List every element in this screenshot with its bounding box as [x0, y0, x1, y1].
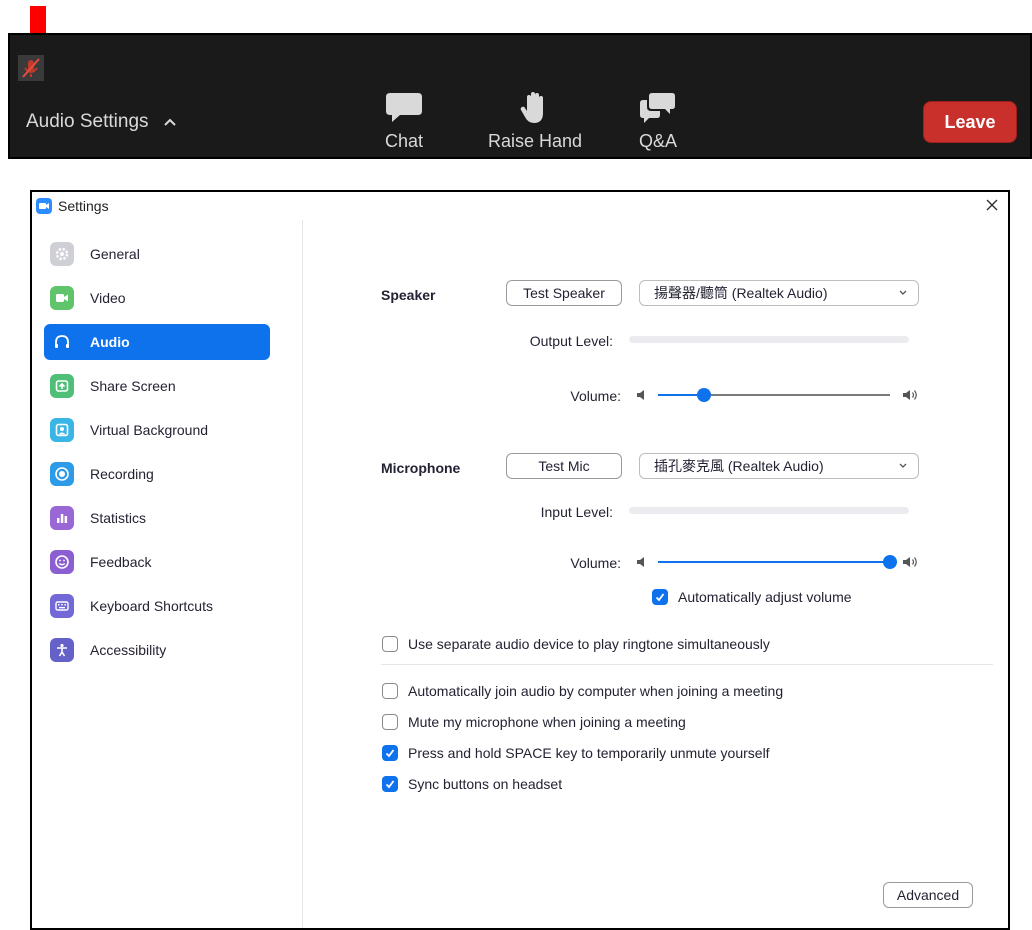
speaker-high-icon	[903, 557, 917, 567]
sync-headset-buttons-checkbox[interactable]: Sync buttons on headset	[382, 776, 562, 792]
zoom-app-icon	[36, 198, 52, 214]
advanced-button[interactable]: Advanced	[883, 882, 973, 908]
option-label: Mute my microphone when joining a meetin…	[408, 714, 686, 730]
speaker-high-icon	[903, 390, 917, 400]
slider-track	[658, 555, 897, 569]
sidebar-item-label: Accessibility	[90, 642, 167, 658]
raise-hand-icon	[520, 92, 544, 123]
window-title: Settings	[58, 198, 109, 214]
microphone-volume-label: Volume:	[570, 555, 621, 571]
output-level-meter	[629, 336, 909, 343]
chat-label: Chat	[384, 131, 424, 151]
sidebar-item-share-screen[interactable]: Share Screen	[44, 368, 270, 404]
qa-label: Q&A	[638, 131, 677, 151]
speaker-label: Speaker	[381, 287, 436, 303]
raise-hand-label: Raise Hand	[488, 131, 583, 151]
statistics-icon	[50, 506, 74, 530]
sidebar-item-audio[interactable]: Audio	[44, 324, 270, 360]
microphone-label: Microphone	[381, 460, 461, 476]
qa-button[interactable]: Q&A	[638, 91, 678, 152]
gear-icon	[50, 242, 74, 266]
option-label: Sync buttons on headset	[408, 776, 563, 792]
chevron-down-icon	[899, 290, 907, 295]
sidebar-item-feedback[interactable]: Feedback	[44, 544, 270, 580]
virtual-background-icon	[50, 418, 74, 442]
option-label: Use separate audio device to play ringto…	[408, 636, 770, 652]
sidebar-item-label: Virtual Background	[90, 422, 209, 438]
sidebar-item-general[interactable]: General	[44, 236, 270, 272]
microphone-device-value: 插孔麥克風 (Realtek Audio)	[654, 458, 824, 474]
sidebar-item-recording[interactable]: Recording	[44, 456, 270, 492]
raise-hand-button[interactable]: Raise Hand	[488, 91, 582, 152]
leave-button[interactable]: Leave	[923, 101, 1017, 143]
sidebar-item-label: Feedback	[90, 554, 152, 570]
sidebar-item-accessibility[interactable]: Accessibility	[44, 632, 270, 668]
auto-adjust-volume-label: Automatically adjust volume	[678, 589, 852, 605]
speaker-low-icon	[637, 390, 644, 400]
recording-icon	[50, 462, 74, 486]
feedback-icon	[50, 550, 74, 574]
mute-mic-on-join-checkbox[interactable]: Mute my microphone when joining a meetin…	[382, 714, 686, 730]
microphone-volume-slider[interactable]	[636, 552, 920, 572]
option-label: Press and hold SPACE key to temporarily …	[408, 745, 770, 761]
chat-button[interactable]: Chat	[384, 91, 424, 152]
sidebar-item-label: Audio	[90, 334, 130, 350]
auto-adjust-volume-checkbox[interactable]: Automatically adjust volume	[652, 589, 852, 605]
sidebar-item-statistics[interactable]: Statistics	[44, 500, 270, 536]
speaker-device-value: 揚聲器/聽筒 (Realtek Audio)	[654, 285, 828, 301]
input-level-label: Input Level:	[540, 504, 613, 520]
speaker-low-icon	[637, 557, 644, 567]
chevron-down-icon	[899, 463, 907, 468]
slider-fill	[658, 561, 890, 563]
checkbox-box[interactable]	[382, 714, 398, 730]
speaker-device-select[interactable]: 揚聲器/聽筒 (Realtek Audio)	[639, 280, 919, 306]
auto-join-audio-checkbox[interactable]: Automatically join audio by computer whe…	[382, 683, 783, 699]
close-icon[interactable]	[982, 195, 1002, 215]
section-divider	[381, 664, 993, 665]
input-level-meter	[629, 507, 909, 514]
checkbox-box[interactable]	[382, 683, 398, 699]
muted-microphone-icon[interactable]	[18, 55, 44, 81]
test-speaker-button[interactable]: Test Speaker	[506, 280, 622, 306]
chat-icon	[386, 93, 422, 122]
checkbox-box[interactable]	[382, 745, 398, 761]
sidebar-item-label: Statistics	[90, 510, 147, 526]
audio-settings-menu[interactable]: Audio Settings	[26, 111, 177, 133]
window-titlebar: Settings	[32, 192, 1008, 220]
accessibility-icon	[50, 638, 74, 662]
test-mic-button[interactable]: Test Mic	[506, 453, 622, 479]
speaker-volume-slider[interactable]	[636, 385, 920, 405]
sidebar-item-label: General	[90, 246, 140, 262]
chevron-up-icon	[163, 118, 176, 126]
video-camera-icon	[50, 286, 74, 310]
microphone-device-select[interactable]: 插孔麥克風 (Realtek Audio)	[639, 453, 919, 479]
headphones-icon	[50, 330, 74, 354]
share-screen-icon	[50, 374, 74, 398]
separate-ringtone-device-checkbox[interactable]: Use separate audio device to play ringto…	[382, 636, 770, 652]
checkbox-box[interactable]	[382, 776, 398, 792]
sidebar-item-label: Video	[90, 290, 126, 306]
audio-settings-label: Audio Settings	[26, 111, 149, 132]
space-to-unmute-checkbox[interactable]: Press and hold SPACE key to temporarily …	[382, 745, 770, 761]
slider-knob[interactable]	[883, 555, 897, 569]
sidebar-item-label: Share Screen	[90, 378, 176, 394]
checkbox-box[interactable]	[652, 589, 668, 605]
slider-track	[658, 388, 890, 402]
sidebar-item-virtual-background[interactable]: Virtual Background	[44, 412, 270, 448]
slider-knob[interactable]	[697, 388, 712, 402]
meeting-toolbar: Audio Settings Chat Raise Hand Q&A Leave	[8, 33, 1032, 159]
sidebar-item-label: Recording	[90, 466, 154, 482]
sidebar-item-label: Keyboard Shortcuts	[90, 598, 213, 614]
settings-sidebar: General Video Audio Share Screen Virtual…	[32, 220, 303, 928]
sidebar-item-video[interactable]: Video	[44, 280, 270, 316]
output-level-label: Output Level:	[529, 333, 613, 349]
option-label: Automatically join audio by computer whe…	[408, 683, 784, 699]
keyboard-icon	[50, 594, 74, 618]
audio-settings-panel: Speaker Test Speaker 揚聲器/聽筒 (Realtek Aud…	[303, 220, 1008, 928]
qa-icon	[640, 93, 675, 123]
speaker-volume-label: Volume:	[570, 388, 621, 404]
settings-window: Settings General Video Audio Share Scree…	[30, 190, 1010, 930]
checkbox-box[interactable]	[382, 636, 398, 652]
sidebar-item-keyboard-shortcuts[interactable]: Keyboard Shortcuts	[44, 588, 270, 624]
